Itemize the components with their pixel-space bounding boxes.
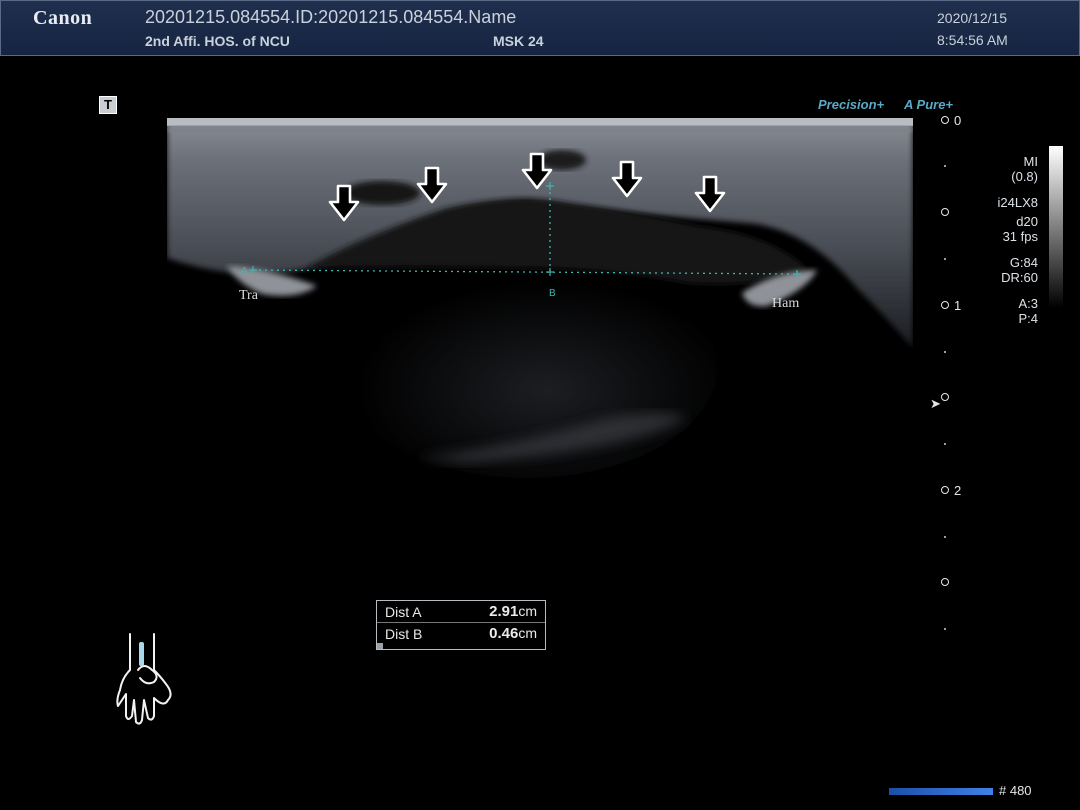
skin-line xyxy=(167,118,913,126)
depth-tick xyxy=(944,165,946,167)
gain-value: G:84 xyxy=(1009,255,1038,270)
measurement-row: Dist A 2.91cm xyxy=(385,603,541,623)
measurement-value: 2.91 xyxy=(489,603,519,620)
depth-marker xyxy=(941,486,949,494)
measurement-panel[interactable]: Dist A 2.91cm Dist B 0.46cm xyxy=(376,600,546,650)
frame-rate: 31 fps xyxy=(1002,229,1038,244)
label-tra: Tra xyxy=(239,288,259,303)
depth-marker xyxy=(941,578,949,586)
cystic-focus-2 xyxy=(538,150,586,170)
t-marker-icon: T xyxy=(99,96,117,114)
resize-handle-icon[interactable] xyxy=(377,643,383,649)
probe-position-marker xyxy=(139,642,144,666)
probe-model: i24LX8 xyxy=(997,195,1038,210)
mi-label: MI xyxy=(1023,154,1038,169)
depth-label-0: 0 xyxy=(954,113,962,128)
mi-value: (0.8) xyxy=(1011,169,1038,184)
exam-date: 2020/12/15 xyxy=(937,10,1008,26)
grayscale-bar xyxy=(1049,146,1063,308)
hand-probe-icon xyxy=(116,633,172,725)
exam-time: 8:54:56 AM xyxy=(937,32,1008,48)
p-value: P:4 xyxy=(1018,311,1038,326)
dynamic-range: DR:60 xyxy=(1001,270,1038,285)
caliper-b-label: B xyxy=(549,288,556,299)
focus-marker-icon[interactable]: ➤ xyxy=(930,396,941,412)
depth-label-2: 2 xyxy=(954,483,962,498)
label-ham: Ham xyxy=(772,296,799,311)
measurement-row: Dist B 0.46cm xyxy=(385,625,541,645)
patient-id: 20201215.084554.ID:20201215.084554.Name xyxy=(145,7,517,27)
dermis-band xyxy=(167,126,913,132)
depth-marker xyxy=(941,301,949,309)
measurement-value-wrapper: 0.46cm xyxy=(489,625,537,642)
depth-marker xyxy=(941,116,949,124)
measurement-unit: cm xyxy=(518,603,537,619)
measurement-label: Dist A xyxy=(385,604,422,620)
depth-tick xyxy=(944,351,946,353)
imaging-parameters: MI (0.8) i24LX8 d20 31 fps G:84 DR:60 A:… xyxy=(998,154,1038,326)
precision-label: Precision+ xyxy=(818,97,885,112)
divider xyxy=(377,622,545,623)
ultrasound-image[interactable]: A B Tra Ham xyxy=(167,118,913,538)
depth-setting: d20 xyxy=(1016,214,1038,229)
brand-logo: Canon xyxy=(33,7,93,29)
depth-tick xyxy=(944,443,946,445)
cine-progress-bar[interactable] xyxy=(889,788,993,795)
header-bar: Canon 20201215.084554.ID:20201215.084554… xyxy=(0,0,1080,56)
measurement-label: Dist B xyxy=(385,626,423,642)
pure-label: A Pure+ xyxy=(904,97,954,112)
a-value: A:3 xyxy=(1018,296,1038,311)
depth-tick xyxy=(944,628,946,630)
depth-tick xyxy=(944,536,946,538)
institution-name: 2nd Affi. HOS. of NCU xyxy=(145,33,290,49)
measurement-unit: cm xyxy=(518,625,537,641)
exam-preset: MSK 24 xyxy=(493,33,544,49)
depth-label-1: 1 xyxy=(954,298,962,313)
depth-tick xyxy=(944,258,946,260)
measurement-value-wrapper: 2.91cm xyxy=(489,603,537,620)
measurement-value: 0.46 xyxy=(489,625,519,642)
frame-count: # 480 xyxy=(999,783,1032,798)
depth-marker xyxy=(941,208,949,216)
caliper-a-label: A xyxy=(241,266,248,277)
depth-marker xyxy=(941,393,949,401)
